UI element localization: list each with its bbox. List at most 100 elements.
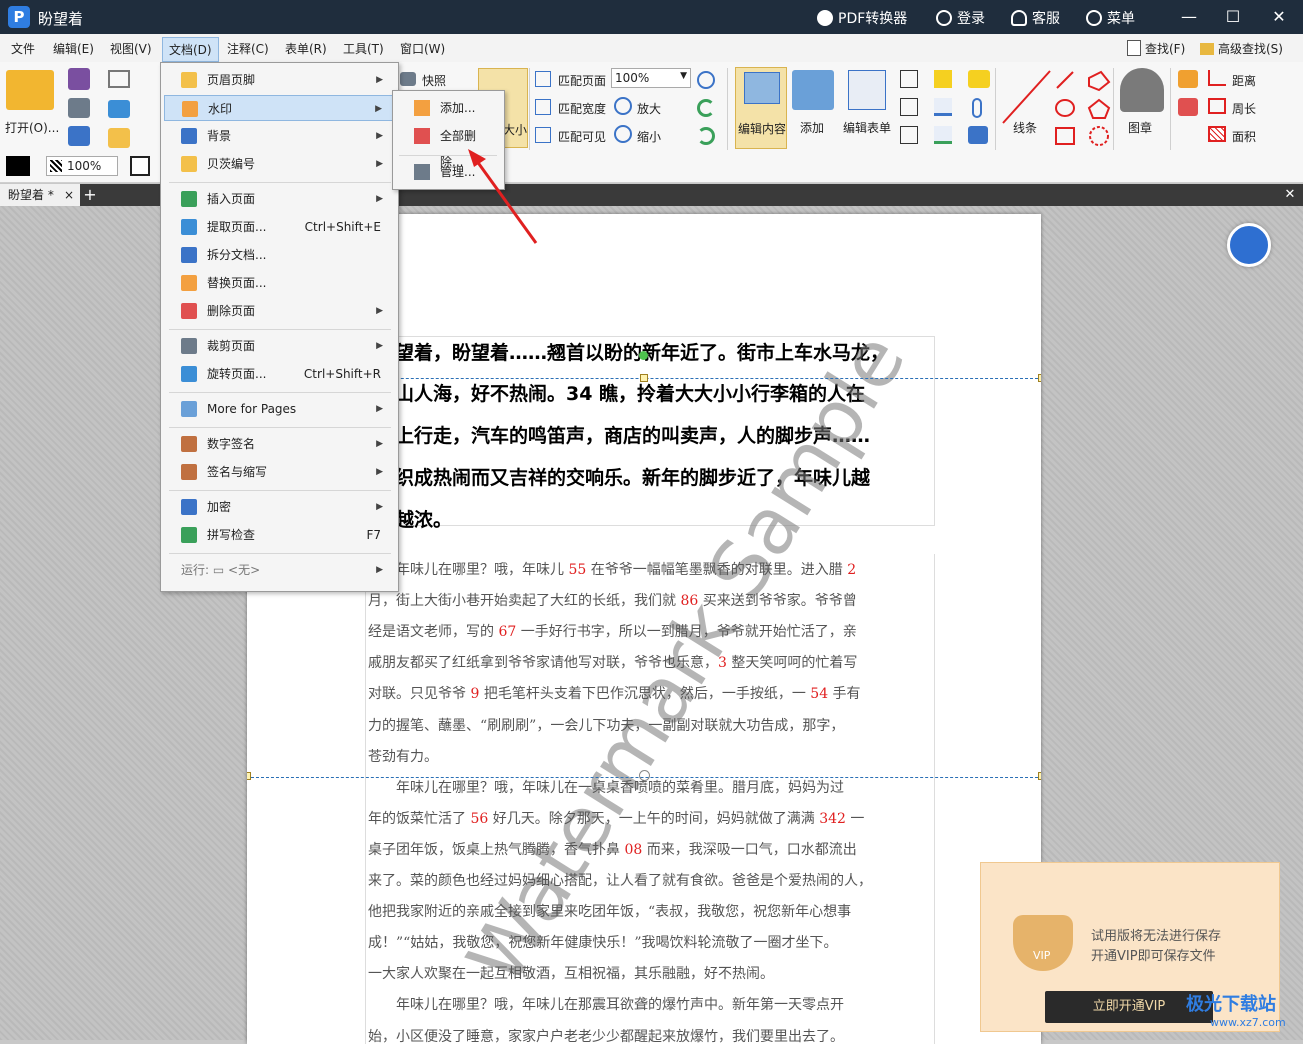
menu-item-insert-pages[interactable]: 插入页面▶	[164, 186, 393, 212]
stamp-label[interactable]: 图章	[1128, 119, 1152, 136]
rotate-right-icon[interactable]	[697, 127, 715, 145]
shape-tools-icon[interactable]	[1053, 68, 1115, 150]
menu-file[interactable]: 文件	[11, 40, 35, 57]
zoom-out-icon[interactable]	[614, 125, 632, 143]
export-icon[interactable]	[68, 126, 90, 146]
menu-item-more-for-pages[interactable]: More for Pages▶	[164, 396, 393, 422]
lines-label[interactable]: 线条	[1013, 119, 1037, 136]
edit-form-icon[interactable]	[848, 70, 886, 110]
body-text-line: 经是语文老师，写的 67 一手好行书字，所以一到腊月，爷爷就开始忙活了，亲	[368, 621, 857, 641]
watermark-add-item[interactable]: 添加...	[396, 95, 499, 121]
menu-view[interactable]: 视图(V)	[110, 40, 152, 57]
stamp-icon[interactable]	[1120, 68, 1164, 112]
sound-icon[interactable]	[968, 126, 988, 144]
site-watermark-url: www.xz7.com	[1210, 1016, 1286, 1029]
maximize-button[interactable]: ☐	[1222, 6, 1244, 28]
callout-icon[interactable]	[900, 98, 918, 116]
menu-item-extract-pages[interactable]: 提取页面...Ctrl+Shift+E	[164, 214, 393, 240]
menu-edit[interactable]: 编辑(E)	[53, 40, 94, 57]
floating-assistant-icon[interactable]	[1227, 223, 1271, 267]
fit-page-icon[interactable]	[535, 71, 551, 87]
close-tab-icon[interactable]: ×	[64, 184, 74, 206]
advanced-find-button[interactable]: 高级查找(S)	[1200, 40, 1283, 57]
menu-tools[interactable]: 工具(T)	[343, 40, 384, 57]
menu-item-sign-initials[interactable]: 签名与缩写▶	[164, 459, 393, 485]
typewriter-icon[interactable]	[900, 126, 918, 144]
scan-icon[interactable]	[108, 100, 130, 118]
attachment-icon[interactable]	[972, 98, 982, 118]
strikeout-icon[interactable]	[934, 98, 952, 116]
menu-document[interactable]: 文档(D)	[162, 37, 219, 62]
login-button[interactable]: 登录	[936, 8, 985, 28]
resize-handle[interactable]	[1038, 772, 1041, 780]
border-style-swatch[interactable]	[130, 156, 150, 176]
save-icon[interactable]	[68, 68, 90, 90]
zoom-out-label[interactable]: 缩小	[637, 128, 661, 145]
menu-item-rotate-pages[interactable]: 旋转页面...Ctrl+Shift+R	[164, 361, 393, 387]
zoom-in-label[interactable]: 放大	[637, 100, 661, 117]
new-doc-icon[interactable]	[108, 128, 130, 148]
resize-handle[interactable]	[247, 772, 251, 780]
fit-visible-icon[interactable]	[535, 127, 551, 143]
menu-form[interactable]: 表单(R)	[285, 40, 327, 57]
perimeter-icon[interactable]	[1208, 98, 1226, 114]
menu-item-watermark[interactable]: 水印▶	[164, 95, 393, 121]
camera-icon[interactable]	[400, 72, 416, 86]
add-tab-button[interactable]: +	[82, 184, 98, 206]
find-button[interactable]: 查找(F)	[1127, 40, 1185, 57]
highlight-icon[interactable]	[934, 70, 952, 88]
distance-label[interactable]: 距离	[1232, 72, 1256, 89]
resize-handle[interactable]	[1038, 374, 1041, 382]
eraser-icon[interactable]	[1178, 98, 1198, 116]
opacity-select[interactable]: 100%	[46, 156, 118, 176]
perimeter-label[interactable]: 周长	[1232, 100, 1256, 117]
area-label[interactable]: 面积	[1232, 128, 1256, 145]
edit-content-button[interactable]: 编辑内容	[735, 67, 787, 149]
menu-item-crop-pages[interactable]: 裁剪页面▶	[164, 333, 393, 359]
rotate-left-icon[interactable]	[697, 99, 715, 117]
distance-icon[interactable]	[1208, 70, 1226, 86]
text-box-icon[interactable]	[900, 70, 918, 88]
pdf-converter-button[interactable]: PDF转换器	[817, 8, 907, 28]
magnifier-icon[interactable]	[697, 71, 715, 89]
fit-page-label[interactable]: 匹配页面	[558, 72, 606, 89]
open-folder-icon[interactable]	[6, 70, 54, 110]
menu-item-delete-pages[interactable]: 删除页面▶	[164, 298, 393, 324]
menu-item-run[interactable]: 运行: ▭ <无>▶	[164, 557, 393, 583]
edit-form-label[interactable]: 编辑表单	[843, 119, 891, 136]
open-button-label[interactable]: 打开(O)...	[5, 119, 59, 136]
menu-item-background[interactable]: 背景▶	[164, 123, 393, 149]
fit-visible-label[interactable]: 匹配可见	[558, 128, 606, 145]
add-label[interactable]: 添加	[800, 119, 824, 136]
minimize-button[interactable]: —	[1178, 6, 1200, 28]
menu-comment[interactable]: 注释(C)	[227, 40, 269, 57]
menu-item-bates-numbering[interactable]: 贝茨编号▶	[164, 151, 393, 177]
close-window-button[interactable]: ✕	[1268, 6, 1290, 28]
menu-item-split-document[interactable]: 拆分文档...	[164, 242, 393, 268]
menu-item-encrypt[interactable]: 加密▶	[164, 494, 393, 520]
underline-icon[interactable]	[934, 126, 952, 144]
main-menu-button[interactable]: 菜单	[1086, 8, 1135, 28]
fill-color-swatch[interactable]	[6, 156, 30, 176]
menu-item-spell-check[interactable]: 拼写检查F7	[164, 522, 393, 548]
tab-document[interactable]: 盼望着 * ×	[0, 184, 80, 206]
close-all-tabs-button[interactable]: ✕	[1282, 184, 1298, 206]
zoom-in-icon[interactable]	[614, 97, 632, 115]
email-icon[interactable]	[108, 70, 130, 88]
customer-service-button[interactable]: 客服	[1011, 8, 1060, 28]
note-icon[interactable]	[968, 70, 990, 88]
pencil-icon[interactable]	[1178, 70, 1198, 88]
rotate-handle[interactable]	[639, 351, 648, 360]
snapshot-label[interactable]: 快照	[422, 72, 446, 89]
menu-item-digital-signature[interactable]: 数字签名▶	[164, 431, 393, 457]
resize-handle[interactable]	[640, 374, 648, 382]
fit-width-label[interactable]: 匹配宽度	[558, 100, 606, 117]
area-icon[interactable]	[1208, 126, 1226, 142]
print-icon[interactable]	[68, 98, 90, 118]
menu-item-replace-pages[interactable]: 替换页面...	[164, 270, 393, 296]
add-image-icon[interactable]	[792, 70, 834, 110]
fit-width-icon[interactable]	[535, 99, 551, 115]
zoom-select[interactable]: 100% ▼	[611, 68, 691, 88]
menu-window[interactable]: 窗口(W)	[400, 40, 445, 57]
menu-item-header-footer[interactable]: 页眉页脚▶	[164, 67, 393, 93]
